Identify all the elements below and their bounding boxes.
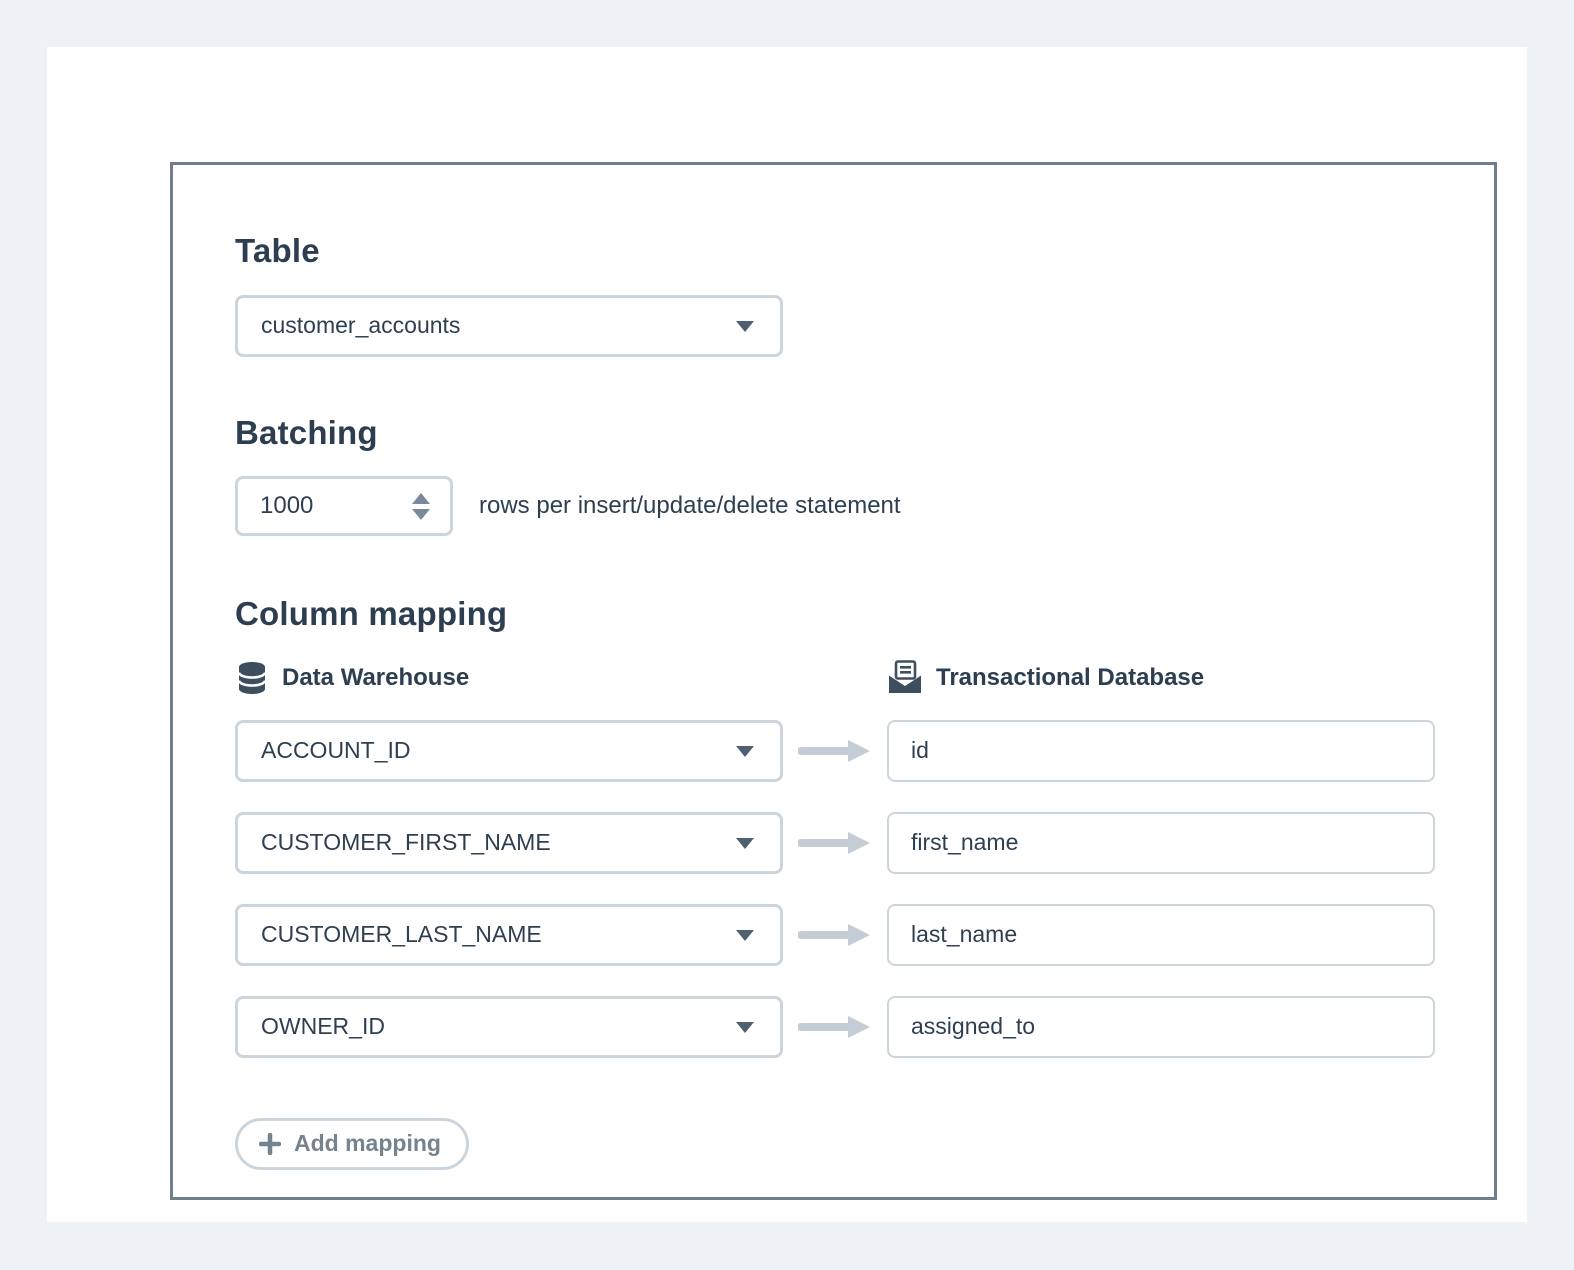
source-column-value: CUSTOMER_LAST_NAME — [261, 921, 542, 948]
source-column-label: Data Warehouse — [235, 660, 783, 696]
mapping-row: ACCOUNT_ID — [235, 720, 1434, 782]
chevron-down-icon — [736, 1022, 754, 1033]
batch-size-stepper[interactable] — [235, 476, 453, 536]
batching-row: rows per insert/update/delete statement — [235, 476, 1434, 536]
arrow-right-icon — [783, 1014, 887, 1040]
mapping-row: OWNER_ID — [235, 996, 1434, 1058]
table-section-heading: Table — [235, 231, 1434, 271]
batch-size-input[interactable] — [260, 492, 370, 520]
batch-size-caption: rows per insert/update/delete statement — [479, 492, 901, 520]
destination-field-input[interactable] — [887, 720, 1435, 782]
destination-column-label: Transactional Database — [887, 660, 1435, 696]
batching-section-heading: Batching — [235, 413, 1434, 453]
arrow-right-icon — [783, 738, 887, 764]
arrow-right-icon — [783, 922, 887, 948]
source-column-value: ACCOUNT_ID — [261, 737, 411, 764]
column-mapping-heading: Column mapping — [235, 594, 1434, 634]
source-column-value: CUSTOMER_FIRST_NAME — [261, 829, 551, 856]
database-icon — [235, 660, 269, 696]
source-column-select[interactable]: ACCOUNT_ID — [235, 720, 783, 782]
destination-column-label-text: Transactional Database — [936, 664, 1204, 692]
chevron-down-icon — [736, 930, 754, 941]
chevron-down-icon — [736, 838, 754, 849]
source-column-label-text: Data Warehouse — [282, 664, 469, 692]
inbox-document-icon — [887, 660, 923, 696]
plus-icon — [259, 1133, 281, 1155]
destination-field-input[interactable] — [887, 904, 1435, 966]
source-column-select[interactable]: CUSTOMER_FIRST_NAME — [235, 812, 783, 874]
column-mapping-header: Data Warehouse Transactional Database — [235, 660, 1434, 696]
mapping-row: CUSTOMER_LAST_NAME — [235, 904, 1434, 966]
source-column-value: OWNER_ID — [261, 1013, 385, 1040]
source-column-select[interactable]: OWNER_ID — [235, 996, 783, 1058]
chevron-down-icon — [736, 746, 754, 757]
stepper-arrows — [412, 493, 430, 520]
mapping-row: CUSTOMER_FIRST_NAME — [235, 812, 1434, 874]
table-select[interactable]: customer_accounts — [235, 295, 783, 357]
stepper-up-icon[interactable] — [412, 493, 430, 504]
source-column-select[interactable]: CUSTOMER_LAST_NAME — [235, 904, 783, 966]
arrow-right-icon — [783, 830, 887, 856]
destination-field-input[interactable] — [887, 812, 1435, 874]
stepper-down-icon[interactable] — [412, 509, 430, 520]
add-mapping-button-label: Add mapping — [294, 1130, 441, 1157]
sync-config-card: Table customer_accounts Batching rows pe… — [170, 162, 1497, 1200]
add-mapping-button[interactable]: Add mapping — [235, 1118, 469, 1170]
chevron-down-icon — [736, 321, 754, 332]
table-select-value: customer_accounts — [261, 312, 460, 339]
destination-field-input[interactable] — [887, 996, 1435, 1058]
content-panel: Table customer_accounts Batching rows pe… — [47, 47, 1527, 1222]
